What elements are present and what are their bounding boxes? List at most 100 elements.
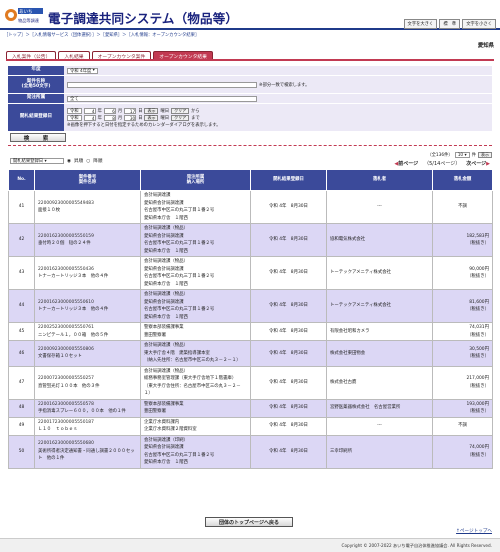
table-row[interactable]: 46 22000923000005550806 文書保存箱１０セット 会計局調達課（物… — [8, 340, 493, 367]
case-name-link[interactable]: 文書保存箱１０セット — [38, 353, 137, 361]
search-form: 年度 令和 4年度 ▾ 案件名称 (全角50文字) ※部分一致で検索します。 発… — [8, 66, 492, 132]
case-name-link[interactable]: トナーカートリッジ３本 他の４件 — [38, 306, 137, 314]
back-to-org-top-button[interactable]: 団体のトップページへ戻る — [205, 517, 293, 527]
to-clear-button[interactable]: クリア — [171, 114, 190, 121]
per-page-suffix: 件 — [471, 153, 476, 158]
page-title: 電子調達共同システム（物品等） — [48, 11, 239, 26]
table-row[interactable]: 48 22001623000005550578 手指消毒スプレー６００，００本 他の… — [8, 398, 493, 418]
next-arrow-icon: ▶ — [486, 161, 490, 167]
tab-underline — [6, 59, 494, 61]
case-cell: 22001623000005550680 美術所得者決定通知書・同通し調書２０００… — [34, 434, 141, 469]
case-name-input[interactable] — [67, 81, 257, 88]
dept-cell: 会計局調達課（物品） 愛知県会計局調達課 名古屋市中区三の丸三丁目１番２号 愛知県本庁… — [140, 289, 251, 323]
site-header: あいち 物品等調達 電子調達共同システム（物品等） 文字を大きく 標 準 文字を… — [0, 0, 500, 30]
font-large-button[interactable]: 文字を大きく — [403, 19, 438, 29]
date-note: ※画像を押下すると日付を指定するためのカレンダーダイアログを表示します。 — [67, 122, 221, 128]
case-name-link[interactable]: ニンピテール１，００箱 他の５件 — [38, 332, 137, 340]
from-day-input[interactable]: 17 — [124, 107, 137, 114]
from-clear-button[interactable]: クリア — [171, 107, 190, 114]
dept-line: 東大手庁舎４階 建築指導課本室 — [144, 350, 210, 356]
asc-radio-icon[interactable]: ◉ — [67, 159, 71, 164]
table-row[interactable]: 50 22001623000005550680 美術所得者決定通知書・同通し調書２０… — [8, 434, 493, 469]
dept-line: （納入先住所：名古屋市中区三の丸３－２－１） — [144, 358, 241, 363]
date-label: 開札結果登録日 — [8, 104, 64, 131]
amount-cell: 81,600円 （税抜き） — [432, 289, 493, 323]
desc-radio-icon[interactable]: ○ — [86, 159, 90, 164]
table-row[interactable]: 43 22001623000005550436 トナーカートリッジ３本 他の４件 会計… — [8, 256, 493, 290]
winner-name: トーテックアメニティ株式会社 — [326, 256, 433, 290]
table-row[interactable]: 49 22001723000005550187 Ｌ１０ ｔｏｂｅｓ 企業庁水資料課内企… — [8, 416, 493, 436]
dept-line: 名古屋市中区三の丸三丁目１番２号 — [144, 307, 215, 312]
to-year-input[interactable]: 4 — [83, 114, 96, 121]
amount-line: （税抜き） — [467, 332, 489, 338]
row-number: 45 — [8, 322, 35, 341]
table-row[interactable]: 41 22000923000005549483 面接１０枚 会計局調達課 愛知県会計局調… — [8, 190, 493, 224]
dept-line: 愛知県本庁舎 １階西 — [144, 460, 188, 465]
case-name-link[interactable]: 手指消毒スプレー６００，００本 他の１件 — [38, 408, 137, 416]
font-normal-button[interactable]: 標 準 — [439, 19, 461, 29]
col-header-case: 案件番号 案件名称 — [34, 169, 141, 191]
case-id: 22000923000005549483 — [38, 200, 94, 206]
dept-line: 名古屋市中区三の丸三丁目１番２号 — [144, 208, 215, 213]
amount-line: （税抜き） — [467, 383, 489, 389]
from-year-input[interactable]: 4 — [83, 107, 96, 114]
winner-name: --- — [326, 416, 433, 436]
dept-line: 名古屋市中区三の丸三丁目１番２号 — [144, 274, 215, 279]
dept-line: 会計局調達課 — [144, 193, 171, 198]
to-era-select[interactable]: 令和 — [67, 114, 82, 121]
result-date: 令和 4年 8月30日 — [250, 340, 327, 367]
font-small-button[interactable]: 文字を小さく — [462, 19, 496, 29]
case-id: 22001623000005550680 — [38, 441, 94, 447]
page-top-link[interactable]: ↑ページトップへ — [456, 528, 492, 534]
prev-page-link[interactable]: ◀前ページ — [394, 160, 418, 167]
dept-cell: 警察本部装備課事業 豊田警察署 — [140, 322, 251, 341]
table-body: 41 22000923000005549483 面接１０枚 会計局調達課 愛知県会計局調… — [8, 190, 493, 469]
breadcrumb[interactable]: ［トップ］＞［入札情報サービス（団体選択）］＞［愛知県］＞［入札情報：オープンカ… — [4, 32, 496, 38]
region-label: 愛知県 — [477, 43, 494, 49]
row-number: 50 — [8, 434, 35, 469]
case-name-link[interactable]: 面接１０枚 — [38, 207, 137, 215]
case-name-link[interactable]: 垂付時２０個 短の２４件 — [38, 240, 137, 248]
amount-line: 90,000円 — [469, 266, 489, 272]
result-date: 令和 4年 8月30日 — [250, 223, 327, 257]
per-page-select[interactable]: 10 ▾ — [454, 152, 470, 158]
next-page-link[interactable]: 次ページ▶ — [466, 160, 490, 167]
table-row[interactable]: 47 22000723000005550257 直管蛍光灯１００本 他の３件 会計局調… — [8, 365, 493, 400]
year-select[interactable]: 令和 4年度 ▾ — [67, 67, 98, 74]
amount-line: 74,000円 — [469, 445, 489, 450]
display-button[interactable]: 表示 — [478, 152, 492, 158]
dept-line: 愛知県会計局調達課 — [144, 200, 184, 206]
case-name-link[interactable]: Ｌ１０ ｔｏｂｅｓ — [38, 426, 137, 434]
result-date: 令和 4年 8月30日 — [250, 322, 327, 341]
dept-line: 総務事務室管理課（東大手庁舎地下１階書庫） — [144, 376, 237, 381]
to-day-input[interactable]: 30 — [124, 114, 137, 121]
case-name-link[interactable]: 美術所得者決定通知書・同通し調書２０００セット 他の１件 — [38, 448, 137, 463]
table-header-row: No. 案件番号 案件名称 発注所属 納入場所 開札結果登録日 落札者 落札金額 — [8, 169, 493, 191]
table-row[interactable]: 45 22002523000005550761 ニンピテール１，００箱 他の５件 警察… — [8, 322, 493, 341]
to-month-input[interactable]: 8 — [103, 114, 116, 121]
case-cell: 22001723000005550187 Ｌ１０ ｔｏｂｅｓ — [34, 416, 141, 436]
result-date: 令和 4年 8月30日 — [250, 256, 327, 290]
sort-select[interactable]: 開札結果登録日 ▾ — [10, 158, 64, 164]
case-name-link[interactable]: 直管蛍光灯１００本 他の３件 — [38, 383, 137, 391]
divider — [8, 145, 492, 146]
case-name-label: 案件名称 (全角50文字) — [8, 76, 64, 93]
case-name-link[interactable]: トナーカートリッジ３本 他の４件 — [38, 273, 137, 281]
from-calendar-button[interactable]: 表示 — [144, 107, 159, 114]
to-suffix: まで — [191, 115, 200, 121]
amount-cell: 不調 — [432, 190, 493, 224]
pager: ◀前ページ （5/14ページ） 次ページ▶ — [394, 160, 490, 167]
dept-select[interactable]: 全て — [67, 95, 257, 102]
to-calendar-button[interactable]: 表示 — [144, 114, 159, 121]
dept-line: 警察本部装備課事業 — [144, 325, 184, 330]
dept-line: （東大手庁舎住所：名古屋市中区三の丸３－２－１） — [144, 383, 241, 397]
table-row[interactable]: 42 22001623000005550159 垂付時２０個 短の２４件 会計局調達課… — [8, 223, 493, 257]
from-month-input[interactable]: 6 — [103, 107, 116, 114]
winner-name: --- — [326, 190, 433, 224]
search-button[interactable]: 検 索 — [10, 133, 66, 142]
from-era-select[interactable]: 令和 — [67, 107, 82, 114]
amount-line: 217,000円 — [466, 376, 489, 381]
aichi-logo: あいち 物品等調達 — [5, 8, 43, 24]
table-row[interactable]: 44 22001623000005550610 トナーカートリッジ３本 他の４件 会計… — [8, 289, 493, 323]
amount-line: 193,000円 — [466, 401, 489, 407]
